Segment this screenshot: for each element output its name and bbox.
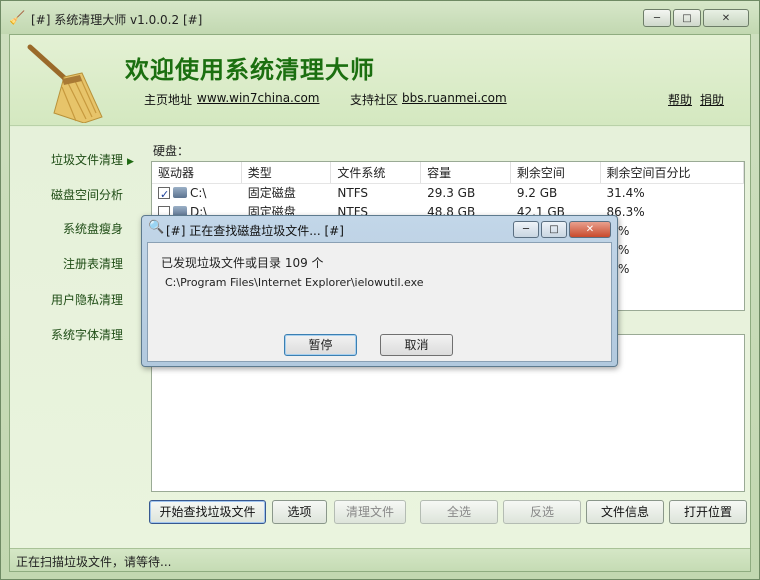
header-divider bbox=[10, 125, 750, 126]
sidebar-item-registry-clean[interactable]: 注册表清理 bbox=[63, 255, 123, 272]
clean-files-button[interactable]: 清理文件 bbox=[334, 500, 406, 524]
pause-button[interactable]: 暂停 bbox=[284, 334, 357, 356]
broom-icon: 🧹 bbox=[9, 11, 26, 26]
sidebar-item-privacy-clean[interactable]: 用户隐私清理 bbox=[51, 291, 123, 308]
drive-letter: C:\ bbox=[190, 186, 207, 200]
broom-logo-icon bbox=[27, 44, 103, 123]
open-location-button[interactable]: 打开位置 bbox=[669, 500, 747, 524]
table-row[interactable]: C:\ 固定磁盘 NTFS 29.3 GB 9.2 GB 31.4% bbox=[152, 184, 744, 203]
homepage-label: 主页地址 bbox=[144, 93, 193, 107]
start-scan-button[interactable]: 开始查找垃圾文件 bbox=[149, 500, 266, 524]
column-header-type[interactable]: 类型 bbox=[242, 162, 332, 183]
drive-free-percent: .7% bbox=[601, 241, 744, 260]
status-bar: 正在扫描垃圾文件，请等待... bbox=[10, 548, 750, 571]
help-link[interactable]: 帮助 bbox=[668, 91, 692, 108]
column-header-drive[interactable]: 驱动器 bbox=[152, 162, 242, 183]
column-header-capacity[interactable]: 容量 bbox=[421, 162, 511, 183]
title-bar[interactable]: 🧹 [#] 系统清理大师 v1.0.0.2 [#] ─ □ ✕ bbox=[1, 1, 759, 34]
homepage-link[interactable]: www.win7china.com bbox=[197, 91, 319, 105]
column-header-free-percent[interactable]: 剩余空间百分比 bbox=[601, 162, 744, 183]
drive-free-percent: .6% bbox=[601, 260, 744, 279]
drive-free: 9.2 GB bbox=[516, 186, 558, 200]
options-button[interactable]: 选项 bbox=[272, 500, 327, 524]
found-count-text: 已发现垃圾文件或目录 109 个 bbox=[161, 256, 324, 270]
dialog-body: 已发现垃圾文件或目录 109 个 C:\Program Files\Intern… bbox=[147, 242, 612, 362]
drive-free-percent: .7% bbox=[601, 222, 744, 241]
maximize-button[interactable]: □ bbox=[673, 9, 701, 27]
donate-link[interactable]: 捐助 bbox=[700, 91, 724, 108]
current-file-path: C:\Program Files\Internet Explorer\ielow… bbox=[165, 276, 424, 289]
drive-capacity: 29.3 GB bbox=[427, 186, 476, 200]
magnifier-icon: 🔍 bbox=[148, 220, 165, 235]
window-title: [#] 系统清理大师 v1.0.0.2 [#] bbox=[31, 13, 203, 27]
drive-free-percent: 86.3% bbox=[606, 205, 645, 219]
column-header-free[interactable]: 剩余空间 bbox=[511, 162, 601, 183]
select-all-button[interactable]: 全选 bbox=[420, 500, 498, 524]
sidebar-item-font-clean[interactable]: 系统字体清理 bbox=[51, 326, 123, 343]
status-text: 正在扫描垃圾文件，请等待... bbox=[16, 555, 172, 569]
drive-free-percent: 31.4% bbox=[606, 186, 645, 200]
sidebar-item-disk-analysis[interactable]: 磁盘空间分析 bbox=[51, 186, 123, 203]
dialog-title: [#] 正在查找磁盘垃圾文件... [#] bbox=[166, 224, 344, 238]
column-header-filesystem[interactable]: 文件系统 bbox=[331, 162, 422, 183]
drive-type: 固定磁盘 bbox=[247, 186, 296, 200]
sidebar-item-system-slim[interactable]: 系统盘瘦身 bbox=[63, 220, 123, 237]
community-link[interactable]: bbs.ruanmei.com bbox=[402, 91, 507, 105]
minimize-button[interactable]: ─ bbox=[643, 9, 671, 27]
close-button[interactable]: ✕ bbox=[703, 9, 749, 27]
app-title: 欢迎使用系统清理大师 bbox=[125, 56, 375, 84]
window-controls: ─ □ ✕ bbox=[641, 9, 749, 27]
dialog-maximize-button[interactable]: □ bbox=[541, 221, 567, 238]
drive-fs: NTFS bbox=[337, 186, 369, 200]
disk-section-label: 硬盘： bbox=[153, 144, 190, 158]
dialog-minimize-button[interactable]: ─ bbox=[513, 221, 539, 238]
drive-icon bbox=[173, 187, 187, 198]
dialog-window-controls: ─ □ ✕ bbox=[511, 221, 611, 238]
dialog-close-button[interactable]: ✕ bbox=[569, 221, 611, 238]
community-label: 支持社区 bbox=[350, 93, 399, 107]
file-info-button[interactable]: 文件信息 bbox=[586, 500, 664, 524]
main-window: 🧹 [#] 系统清理大师 v1.0.0.2 [#] ─ □ ✕ 欢迎使用系统清理… bbox=[0, 0, 760, 580]
disk-table-header: 驱动器 类型 文件系统 容量 剩余空间 剩余空间百分比 bbox=[152, 162, 744, 184]
drive-checkbox[interactable] bbox=[158, 185, 170, 203]
sidebar-item-junk-clean[interactable]: 垃圾文件清理 bbox=[51, 151, 134, 168]
scan-progress-dialog: 🔍 [#] 正在查找磁盘垃圾文件... [#] ─ □ ✕ 已发现垃圾文件或目录… bbox=[141, 215, 618, 367]
invert-selection-button[interactable]: 反选 bbox=[503, 500, 581, 524]
cancel-button[interactable]: 取消 bbox=[380, 334, 453, 356]
